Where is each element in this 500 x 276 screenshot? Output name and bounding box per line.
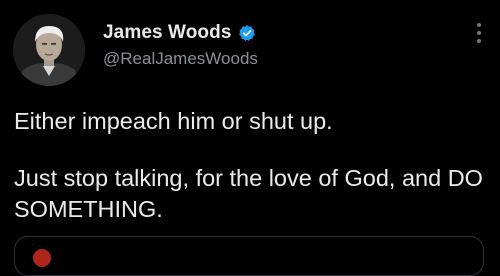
tweet-text-paragraph-2: Just stop talking, for the love of God, … [14, 165, 483, 222]
tweet-card: James Woods @RealJamesWoods Either impea… [0, 0, 500, 276]
author-name[interactable]: James Woods [103, 22, 232, 44]
more-options-icon[interactable] [476, 22, 482, 44]
verified-badge-icon [238, 24, 256, 42]
avatar[interactable] [13, 14, 85, 86]
author-name-row: James Woods [103, 22, 256, 44]
quoted-tweet-avatar [33, 249, 51, 267]
author-handle[interactable]: @RealJamesWoods [103, 49, 258, 69]
tweet-text-paragraph-1: Either impeach him or shut up. [14, 108, 333, 134]
avatar-photo [13, 14, 85, 86]
quoted-tweet-card[interactable] [14, 236, 484, 276]
